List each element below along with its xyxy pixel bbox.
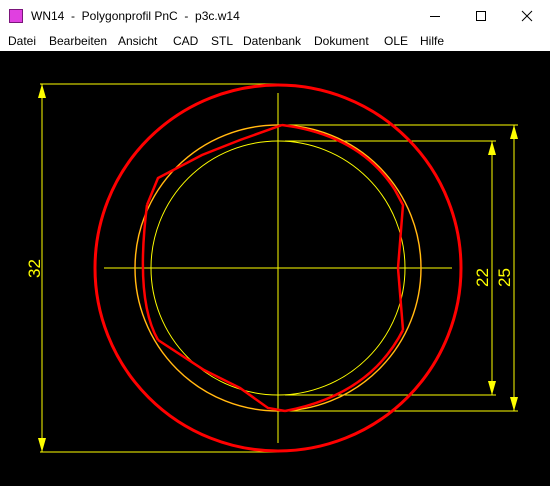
- close-icon: [521, 10, 533, 21]
- minimize-icon: [430, 15, 440, 17]
- menu-cad[interactable]: CAD: [173, 34, 198, 48]
- arrow-icon: [38, 438, 46, 452]
- window-title: WN14 - Polygonprofil PnC - p3c.w14: [31, 8, 240, 23]
- arrow-icon: [488, 381, 496, 395]
- application-window: WN14 - Polygonprofil PnC - p3c.w14 Datei…: [0, 0, 550, 486]
- menu-hilfe[interactable]: Hilfe: [420, 34, 444, 48]
- title-bar[interactable]: WN14 - Polygonprofil PnC - p3c.w14: [0, 0, 550, 31]
- profile-segment: [145, 123, 283, 206]
- arrow-icon: [488, 141, 496, 155]
- maximize-icon: [476, 10, 486, 21]
- dimension-label-inner: 22: [473, 268, 492, 287]
- arrow-icon: [510, 397, 518, 411]
- menu-ole[interactable]: OLE: [384, 34, 408, 48]
- profile-segment: [284, 329, 405, 413]
- menu-datei[interactable]: Datei: [8, 34, 36, 48]
- menu-bar: Datei Bearbeiten Ansicht CAD STL Datenba…: [0, 31, 550, 51]
- arrow-icon: [38, 84, 46, 98]
- dimension-label-outer: 32: [25, 259, 44, 278]
- menu-bearbeiten[interactable]: Bearbeiten: [49, 34, 107, 48]
- close-button[interactable]: [504, 0, 550, 31]
- drawing-canvas[interactable]: 32 22 25: [0, 51, 550, 486]
- menu-dokument[interactable]: Dokument: [314, 34, 369, 48]
- profile-segment: [281, 123, 405, 269]
- minimize-button[interactable]: [412, 0, 458, 31]
- maximize-button[interactable]: [458, 0, 504, 31]
- app-icon[interactable]: [9, 8, 23, 23]
- cad-drawing: 32 22 25: [25, 83, 518, 453]
- menu-stl[interactable]: STL: [211, 34, 233, 48]
- profile-segment: [157, 338, 286, 413]
- menu-ansicht[interactable]: Ansicht: [118, 34, 157, 48]
- dimension-label-profile: 25: [495, 268, 514, 287]
- arrow-icon: [510, 125, 518, 139]
- menu-datenbank[interactable]: Datenbank: [243, 34, 301, 48]
- profile-segment: [396, 267, 405, 331]
